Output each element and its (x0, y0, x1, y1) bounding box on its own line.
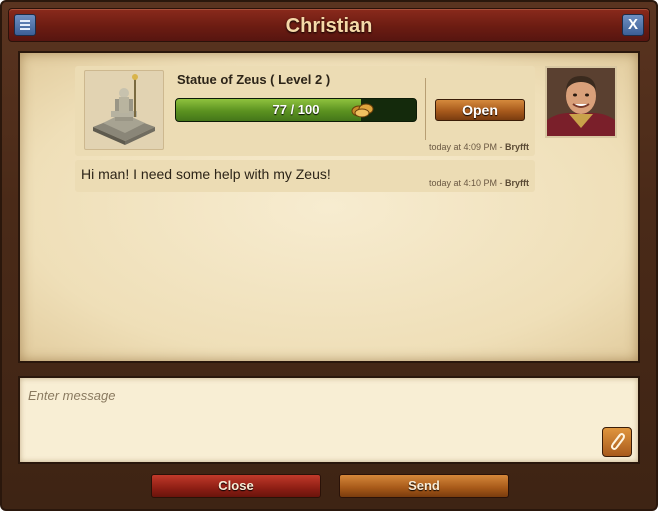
chat-message: Hi man! I need some help with my Zeus! t… (75, 160, 535, 192)
send-button[interactable]: Send (339, 474, 509, 498)
close-button[interactable]: Close (151, 474, 321, 498)
great-building-card: Statue of Zeus ( Level 2 ) 77 / 100 Open… (75, 66, 535, 156)
close-icon[interactable]: X (622, 14, 644, 36)
progress-bar: 77 / 100 (175, 98, 417, 122)
message-timestamp: today at 4:10 PM - Bryfft (428, 178, 529, 188)
progress-text: 77 / 100 (272, 102, 320, 117)
message-author: Bryfft (505, 178, 529, 188)
open-button[interactable]: Open (435, 99, 525, 121)
card-timestamp: today at 4:09 PM - Bryfft (428, 142, 529, 152)
message-input[interactable] (26, 384, 600, 406)
conversation-panel: Statue of Zeus ( Level 2 ) 77 / 100 Open… (18, 51, 640, 363)
message-text: Hi man! I need some help with my Zeus! (81, 166, 331, 182)
attach-button[interactable] (602, 427, 632, 457)
building-title: Statue of Zeus ( Level 2 ) (177, 72, 331, 87)
player-avatar[interactable] (545, 66, 617, 138)
statue-of-zeus-image (84, 70, 164, 150)
card-divider (425, 78, 426, 140)
window-title: Christian (285, 15, 373, 37)
coins-icon (351, 103, 374, 118)
message-compose-box[interactable] (18, 376, 640, 464)
chat-window: Christian X Statue of Zeus ( Level 2) 7… (0, 0, 658, 511)
card-author: Bryfft (505, 142, 529, 152)
paperclip-icon (611, 433, 625, 450)
title-bar: Christian X (8, 8, 650, 42)
